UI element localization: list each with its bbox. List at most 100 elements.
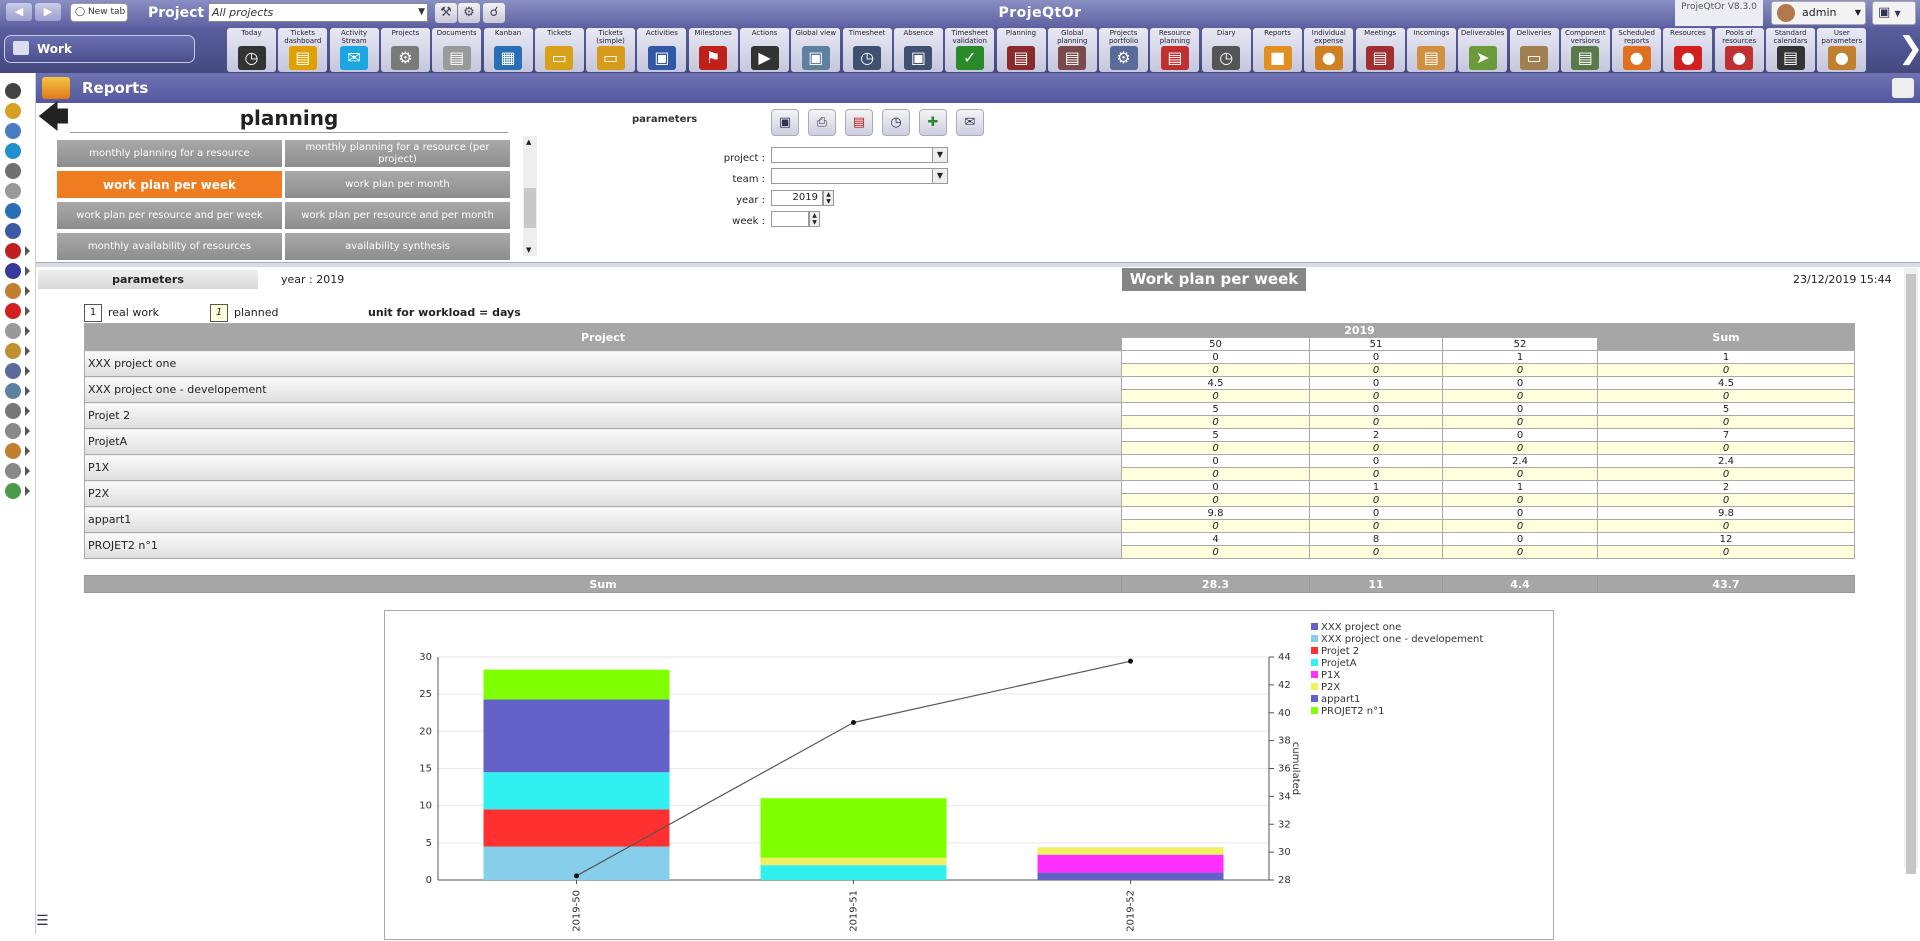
user-menu[interactable]: admin ▼ <box>1771 1 1866 25</box>
new-tab-button[interactable]: ◯ New tab <box>70 3 128 22</box>
menu-item-global-view[interactable]: Global view ▣ <box>791 28 841 72</box>
globe-icon[interactable] <box>5 383 30 399</box>
plugin-icon[interactable] <box>5 483 30 499</box>
display-report-icon[interactable]: ▣ <box>771 109 799 136</box>
year-param-input[interactable]: 2019 <box>771 190 823 206</box>
wrench-icon[interactable]: ⚒ <box>435 3 457 23</box>
menu-item-projects[interactable]: Projects ⚙ <box>380 28 430 72</box>
forward-nav-button[interactable]: ▶ <box>35 3 61 21</box>
project-select[interactable]: All projects ▼ <box>208 3 428 22</box>
menu-item-kanban[interactable]: Kanban ▦ <box>483 28 533 72</box>
chevron-right-icon[interactable] <box>25 486 30 496</box>
report-button-monthly-availability-of-resources[interactable]: monthly availability of resources <box>57 233 282 260</box>
week-param-input[interactable] <box>771 211 809 227</box>
menu-item-resources[interactable]: Resources ● <box>1663 28 1713 72</box>
today-clock-icon[interactable]: ◷ <box>882 109 910 136</box>
menu-item-tickets-simple-[interactable]: Tickets (simple) ▭ <box>586 28 636 72</box>
chevron-right-icon[interactable] <box>25 386 30 396</box>
pane-splitter[interactable] <box>36 262 1920 267</box>
key-icon[interactable] <box>5 423 30 439</box>
menu-item-timesheet-validation[interactable]: Timesheet validation ✓ <box>945 28 995 72</box>
menu-item-resource-planning[interactable]: Resource planning ▤ <box>1150 28 1200 72</box>
menu-item-meetings[interactable]: Meetings ▤ <box>1355 28 1405 72</box>
back-nav-button[interactable]: ◀ <box>6 3 32 21</box>
menu-item-component-versions-planning[interactable]: Component versions planning▤ <box>1560 28 1610 72</box>
monitor-icon[interactable] <box>5 223 21 239</box>
scroll-down-icon[interactable]: ▼ <box>526 246 531 254</box>
menu-item-planning[interactable]: Planning ▤ <box>996 28 1046 72</box>
money-icon[interactable] <box>5 283 30 299</box>
year-stepper[interactable]: ▲ ▼ <box>823 190 834 206</box>
chevron-right-icon[interactable] <box>25 286 30 296</box>
report-button-availability-synthesis[interactable]: availability synthesis <box>285 233 510 260</box>
report-button-work-plan-per-month[interactable]: work plan per month <box>285 171 510 198</box>
tools-icon[interactable] <box>5 363 30 379</box>
chevron-right-icon[interactable]: ❯ <box>1898 31 1920 67</box>
email-icon[interactable]: ✉ <box>956 109 984 136</box>
ticket-icon[interactable] <box>5 323 30 339</box>
box-icon[interactable] <box>5 343 30 359</box>
chevron-down-icon[interactable]: ▼ <box>932 168 948 184</box>
report-parameters-button[interactable]: parameters <box>38 270 258 289</box>
chevron-right-icon[interactable] <box>25 306 30 316</box>
menu-item-documents[interactable]: Documents ▤ <box>432 28 482 72</box>
gear-icon[interactable] <box>5 163 21 179</box>
project-param-input[interactable] <box>771 147 933 163</box>
menu-item-diary[interactable]: Diary ◷ <box>1201 28 1251 72</box>
menu-item-standard-calendars[interactable]: Standard calendars ▤ <box>1766 28 1815 72</box>
report-button-monthly-planning-for-a-resource-per-project-[interactable]: monthly planning for a resource (per pro… <box>285 140 510 167</box>
menu-item-deliveries[interactable]: Deliveries ▭ <box>1509 28 1559 72</box>
menu-item-milestones[interactable]: Milestones ⚑ <box>688 28 738 72</box>
target-icon[interactable] <box>5 263 30 279</box>
menu-item-tickets-dashboard[interactable]: Tickets dashboard ▤ <box>278 28 328 72</box>
chevron-right-icon[interactable] <box>25 466 30 476</box>
calendar-icon[interactable] <box>5 243 30 259</box>
warning-icon[interactable] <box>5 303 30 319</box>
chevron-right-icon[interactable] <box>25 406 30 416</box>
users-icon[interactable] <box>5 123 21 139</box>
report-button-monthly-planning-for-a-resource[interactable]: monthly planning for a resource <box>57 140 282 167</box>
menu-item-projects-portfolio[interactable]: Projects portfolio ⚙ <box>1099 28 1149 72</box>
gear-icon[interactable]: ⚙ <box>458 3 480 23</box>
report-button-work-plan-per-resource-and-per-week[interactable]: work plan per resource and per week <box>57 202 282 229</box>
report-button-work-plan-per-week[interactable]: work plan per week <box>57 171 282 198</box>
menu-item-global-planning[interactable]: Global planning ▤ <box>1047 28 1097 72</box>
search-icon[interactable]: ☌ <box>483 3 505 23</box>
menu-item-actions[interactable]: Actions ▶ <box>740 28 789 72</box>
kanban-icon[interactable] <box>5 203 21 219</box>
chevron-right-icon[interactable] <box>25 246 30 256</box>
layout-toggle-icon[interactable] <box>1892 78 1914 98</box>
document-icon[interactable] <box>5 183 21 199</box>
chevron-right-icon[interactable] <box>25 446 30 456</box>
menu-item-timesheet[interactable]: Timesheet ◷ <box>842 28 892 72</box>
menu-item-absence[interactable]: Absence ▣ <box>893 28 943 72</box>
back-arrow-icon[interactable]: 🡄 <box>38 103 69 133</box>
pdf-icon[interactable]: ▤ <box>845 109 873 136</box>
scroll-up-icon[interactable]: ▲ <box>526 138 531 146</box>
report-list-scrollbar[interactable]: ▲ ▼ <box>523 136 537 256</box>
screen-layout-button[interactable]: ▣ ▼ <box>1872 1 1916 25</box>
favorite-report-icon[interactable]: ✚ <box>919 109 947 136</box>
week-stepper[interactable]: ▲ ▼ <box>809 211 820 227</box>
chevron-right-icon[interactable] <box>25 346 30 356</box>
menu-item-individual-expense[interactable]: Individual expense ● <box>1304 28 1354 72</box>
work-menu-button[interactable]: Work <box>4 35 195 63</box>
scrollbar-thumb[interactable] <box>524 188 536 228</box>
menu-item-activities[interactable]: Activities ▣ <box>637 28 687 72</box>
scrollbar-thumb[interactable] <box>1906 274 1916 874</box>
menu-item-scheduled-reports[interactable]: Scheduled reports ● <box>1612 28 1662 72</box>
chevron-right-icon[interactable] <box>25 266 30 276</box>
team-param-input[interactable] <box>771 168 933 184</box>
report-button-work-plan-per-resource-and-per-month[interactable]: work plan per resource and per month <box>285 202 510 229</box>
database-icon[interactable] <box>5 463 30 479</box>
lock-icon[interactable] <box>5 443 30 459</box>
chevron-right-icon[interactable] <box>25 326 30 336</box>
menu-item-pools-of-resources[interactable]: Pools of resources ● <box>1714 28 1764 72</box>
robot-icon[interactable] <box>5 403 30 419</box>
chevron-down-icon[interactable]: ▼ <box>932 147 948 163</box>
menu-item-user-parameters[interactable]: User parameters ● <box>1817 28 1867 72</box>
dashboard-icon[interactable] <box>5 103 21 119</box>
chevron-right-icon[interactable] <box>25 426 30 436</box>
menu-item-tickets[interactable]: Tickets ▭ <box>534 28 584 72</box>
report-scrollbar[interactable] <box>1904 268 1918 874</box>
